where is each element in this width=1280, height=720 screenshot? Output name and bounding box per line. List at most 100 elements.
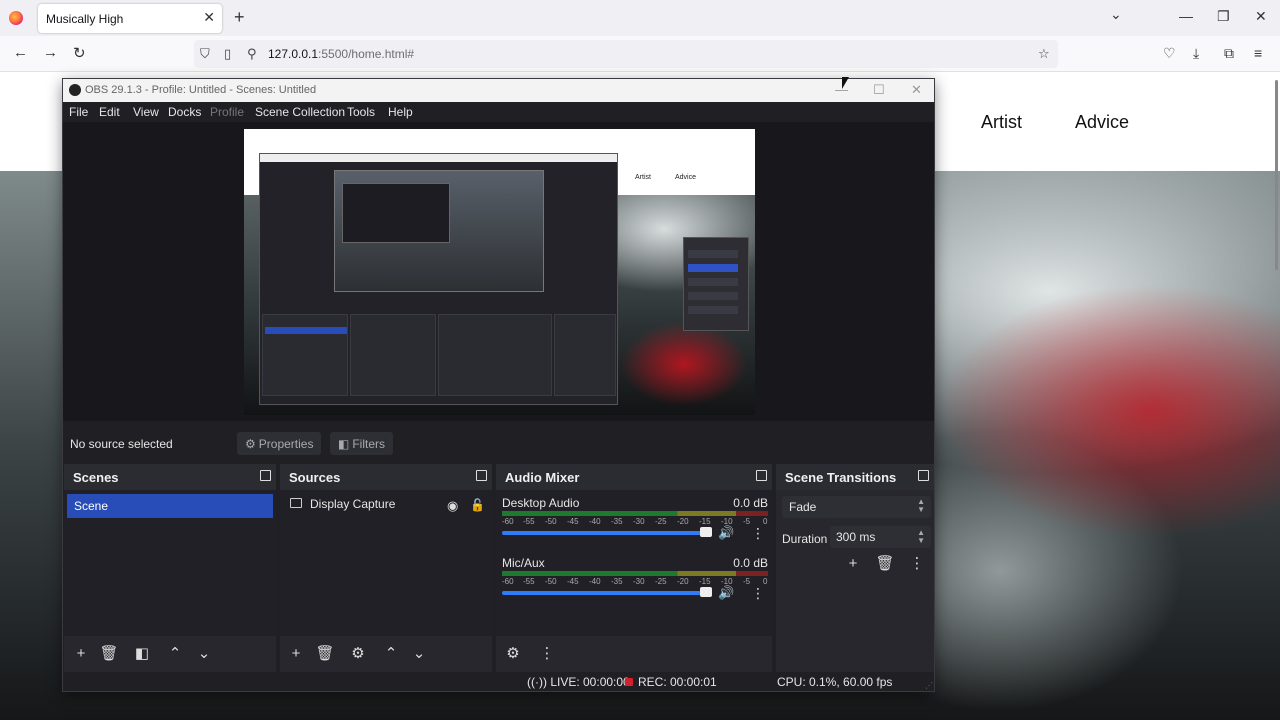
permissions-icon[interactable]: ⚲: [247, 46, 257, 62]
volume-slider[interactable]: [502, 591, 708, 595]
menu-docks[interactable]: Docks: [168, 105, 201, 119]
bookmark-star-icon[interactable]: ☆: [1038, 46, 1050, 62]
obs-window-title: OBS 29.1.3 - Profile: Untitled - Scenes:…: [85, 84, 317, 96]
source-properties-icon[interactable]: ⚙: [347, 643, 369, 665]
eye-icon[interactable]: ◉: [447, 498, 458, 514]
remove-transition-icon[interactable]: 🗑: [874, 553, 896, 575]
extensions-icon[interactable]: ⧉: [1224, 45, 1234, 62]
nav-link-advice[interactable]: Advice: [1075, 112, 1129, 133]
menu-scene-collection[interactable]: Scene Collection: [255, 105, 345, 119]
scene-filter-icon[interactable]: ◧: [131, 643, 153, 665]
undock-icon[interactable]: [260, 470, 271, 481]
preview-scenes-panel: [262, 314, 348, 396]
page-icon[interactable]: ▯: [224, 46, 231, 62]
shield-icon[interactable]: ⛉: [200, 46, 210, 62]
url-bar[interactable]: ⛉ ▯ ⚲ 127.0.0.1:5500/home.html# ☆: [194, 40, 1058, 68]
preview-control-btn: [688, 306, 738, 314]
pocket-icon[interactable]: ♡: [1163, 45, 1176, 62]
advanced-audio-icon[interactable]: ⚙: [502, 643, 524, 665]
filters-label: Filters: [352, 437, 386, 451]
preview-scene-selected: [265, 327, 347, 334]
obs-window: OBS 29.1.3 - Profile: Untitled - Scenes:…: [62, 78, 935, 692]
obs-maximize-icon[interactable]: ☐: [873, 82, 885, 98]
sources-footer: + 🗑 ⚙ ⌃ ⌄: [280, 636, 492, 672]
rec-time: REC: 00:00:01: [638, 675, 717, 689]
minimize-icon[interactable]: —: [1179, 8, 1193, 24]
reload-icon[interactable]: ↻: [73, 44, 86, 62]
resize-grip-icon[interactable]: ⋰: [925, 681, 933, 690]
tab-close-icon[interactable]: ✕: [203, 9, 215, 26]
obs-titlebar[interactable]: OBS 29.1.3 - Profile: Untitled - Scenes:…: [63, 79, 934, 102]
mixer-menu-icon[interactable]: ⋮: [536, 643, 558, 665]
spinbox-arrows-icon[interactable]: ▲ ▼: [917, 529, 925, 545]
transitions-dock-title: Scene Transitions: [785, 470, 897, 485]
move-up-icon[interactable]: ⌃: [380, 643, 402, 665]
obs-menubar: File Edit View Docks Profile Scene Colle…: [63, 102, 934, 122]
transitions-footer: [776, 636, 934, 672]
menu-file[interactable]: File: [69, 105, 88, 119]
channel-menu-icon[interactable]: ⋮: [751, 585, 765, 602]
undock-icon[interactable]: [756, 470, 767, 481]
meter-tick: -30: [633, 577, 645, 586]
download-icon[interactable]: ⤓: [1193, 45, 1199, 62]
close-icon[interactable]: ✕: [1255, 8, 1267, 25]
move-up-icon[interactable]: ⌃: [164, 643, 186, 665]
preview-control-btn: [688, 278, 738, 286]
scene-item[interactable]: Scene: [67, 494, 273, 518]
speaker-icon[interactable]: 🔊: [718, 585, 734, 601]
remove-source-icon[interactable]: 🗑: [314, 643, 336, 665]
browser-tab[interactable]: Musically High ✕: [38, 4, 222, 33]
add-scene-icon[interactable]: +: [70, 643, 92, 665]
live-time: LIVE: 00:00:00: [550, 675, 630, 689]
scene-transitions-dock: Scene Transitions Fade ▲ ▼ Duration 300 m…: [776, 464, 934, 672]
preview-transitions-panel: [554, 314, 616, 396]
properties-button[interactable]: ⚙ Properties: [237, 432, 322, 455]
channel-menu-icon[interactable]: ⋮: [751, 525, 765, 542]
restore-icon[interactable]: ❐: [1217, 8, 1230, 25]
remove-scene-icon[interactable]: 🗑: [98, 643, 120, 665]
preview-nested-preview: [334, 170, 544, 292]
volume-slider-handle[interactable]: [700, 587, 712, 597]
volume-slider[interactable]: [502, 531, 708, 535]
transition-select-value: Fade: [789, 500, 817, 514]
menu-view[interactable]: View: [133, 105, 159, 119]
filters-button[interactable]: ◧ Filters: [330, 432, 394, 455]
meter-tick: -35: [611, 517, 623, 526]
move-down-icon[interactable]: ⌄: [193, 643, 215, 665]
undock-icon[interactable]: [476, 470, 487, 481]
duration-spinbox[interactable]: 300 ms ▲ ▼: [830, 526, 931, 548]
preview-obs-titlebar: [260, 154, 617, 162]
gear-icon: ⚙: [245, 437, 256, 451]
menu-icon[interactable]: ≡: [1254, 45, 1262, 61]
list-tabs-icon[interactable]: ⌄: [1110, 6, 1122, 23]
preview-display[interactable]: Artist Advice: [244, 129, 755, 415]
duration-value: 300 ms: [836, 530, 876, 544]
obs-logo-icon: [69, 84, 81, 96]
menu-profile[interactable]: Profile: [210, 105, 244, 119]
preview-area[interactable]: Artist Advice: [63, 122, 934, 421]
speaker-icon[interactable]: 🔊: [718, 525, 734, 541]
source-item[interactable]: Display Capture ◉ 🔓: [288, 497, 485, 518]
source-toolbar: No source selected ⚙ Properties ◧ Filters: [63, 429, 934, 459]
forward-arrow-icon[interactable]: →: [43, 44, 58, 61]
mixer-footer: ⚙ ⋮: [496, 636, 772, 672]
back-arrow-icon[interactable]: ←: [13, 44, 28, 61]
volume-slider-handle[interactable]: [700, 527, 712, 537]
transition-select[interactable]: Fade ▲ ▼: [782, 496, 931, 518]
menu-help[interactable]: Help: [388, 105, 413, 119]
page-scrollbar[interactable]: [1275, 80, 1278, 270]
transition-menu-icon[interactable]: ⋮: [906, 553, 928, 575]
undock-icon[interactable]: [918, 470, 929, 481]
move-down-icon[interactable]: ⌄: [408, 643, 430, 665]
add-transition-icon[interactable]: +: [842, 553, 864, 575]
add-source-icon[interactable]: +: [285, 643, 307, 665]
obs-close-icon[interactable]: ✕: [911, 82, 922, 98]
nav-link-artist[interactable]: Artist: [981, 112, 1022, 133]
select-arrows-icon: ▲ ▼: [917, 497, 925, 514]
lock-icon[interactable]: 🔓: [470, 498, 485, 512]
menu-tools[interactable]: Tools: [347, 105, 375, 119]
mixer-body: Desktop Audio 0.0 dB -60 -55 -50 -45 -40…: [496, 490, 772, 636]
menu-edit[interactable]: Edit: [99, 105, 120, 119]
new-tab-button[interactable]: +: [234, 7, 245, 28]
scenes-dock-title: Scenes: [73, 470, 119, 485]
